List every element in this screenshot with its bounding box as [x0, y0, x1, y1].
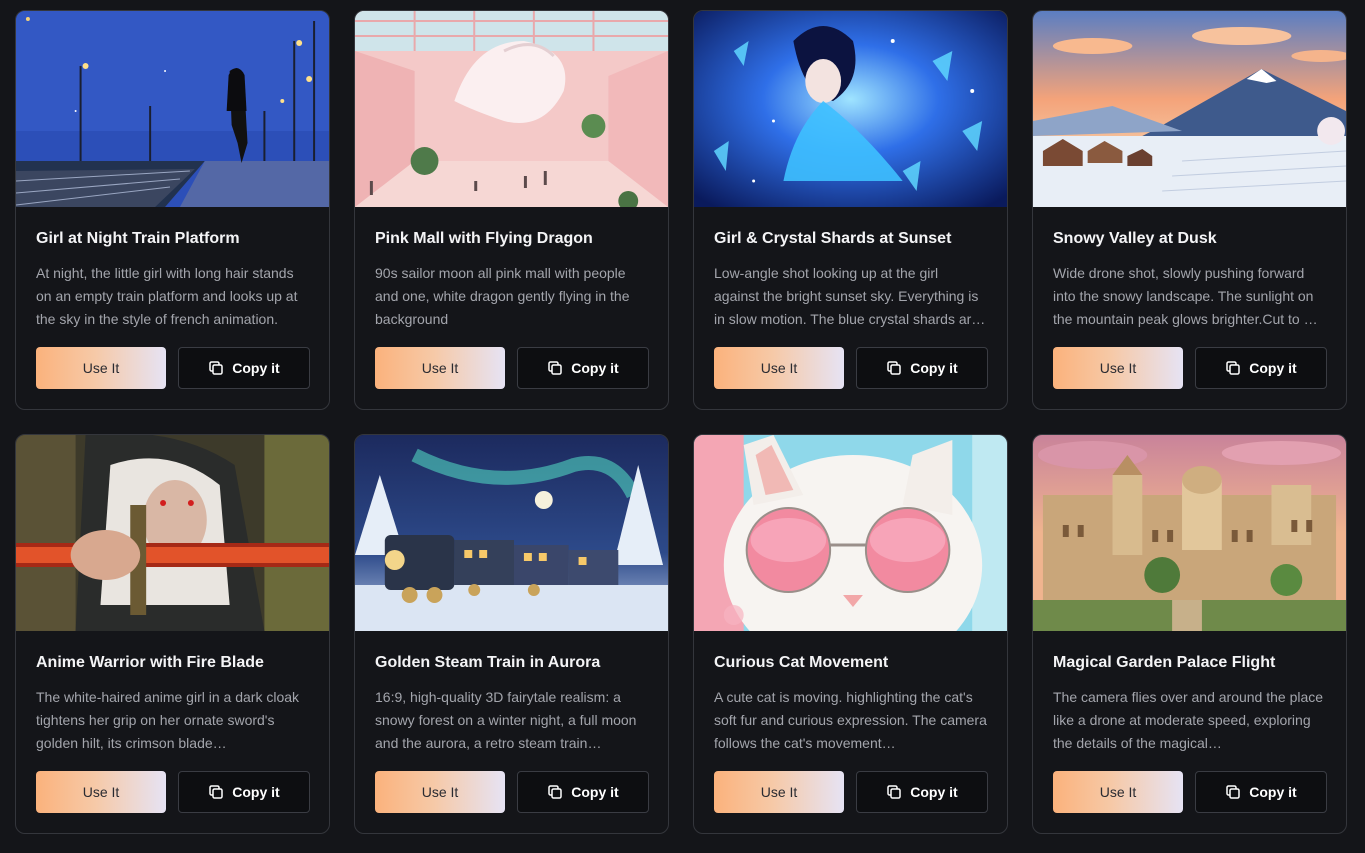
copy-it-label: Copy it	[571, 360, 619, 376]
card-actions: Use It Copy it	[1053, 347, 1327, 389]
copy-it-button[interactable]: Copy it	[856, 347, 988, 389]
use-it-button[interactable]: Use It	[1053, 347, 1183, 389]
copy-icon	[547, 360, 563, 376]
copy-icon	[886, 784, 902, 800]
prompt-card-grid: Girl at Night Train Platform At night, t…	[15, 10, 1347, 834]
copy-it-label: Copy it	[1249, 360, 1297, 376]
card-description: 16:9, high-quality 3D fairytale realism:…	[375, 689, 637, 751]
card-thumbnail-steam-train-aurora[interactable]	[355, 435, 668, 631]
copy-icon	[208, 784, 224, 800]
copy-icon	[1225, 784, 1241, 800]
card-title: Snowy Valley at Dusk	[1053, 230, 1217, 247]
card-description: At night, the little girl with long hair…	[36, 265, 298, 327]
card-title: Anime Warrior with Fire Blade	[36, 654, 264, 671]
card-title: Golden Steam Train in Aurora	[375, 654, 601, 671]
card-title: Pink Mall with Flying Dragon	[375, 230, 593, 247]
use-it-button[interactable]: Use It	[1053, 771, 1183, 813]
card-thumbnail-garden-palace[interactable]	[1033, 435, 1346, 631]
prompt-card[interactable]: Curious Cat Movement A cute cat is movin…	[693, 434, 1008, 834]
copy-it-label: Copy it	[571, 784, 619, 800]
copy-it-button[interactable]: Copy it	[517, 347, 649, 389]
card-title: Girl at Night Train Platform	[36, 230, 240, 247]
prompt-card[interactable]: Anime Warrior with Fire Blade The white-…	[15, 434, 330, 834]
card-thumbnail-snowy-valley[interactable]	[1033, 11, 1346, 207]
card-actions: Use It Copy it	[1053, 771, 1327, 813]
copy-icon	[208, 360, 224, 376]
copy-it-label: Copy it	[910, 360, 958, 376]
card-description: 90s sailor moon all pink mall with peopl…	[375, 265, 630, 327]
copy-it-label: Copy it	[232, 360, 280, 376]
card-actions: Use It Copy it	[375, 771, 649, 813]
card-actions: Use It Copy it	[36, 347, 310, 389]
copy-icon	[886, 360, 902, 376]
copy-it-label: Copy it	[232, 784, 280, 800]
card-thumbnail-curious-cat[interactable]	[694, 435, 1007, 631]
card-actions: Use It Copy it	[714, 771, 988, 813]
copy-it-label: Copy it	[910, 784, 958, 800]
card-thumbnail-crystal-shards[interactable]	[694, 11, 1007, 207]
prompt-card[interactable]: Magical Garden Palace Flight The camera …	[1032, 434, 1347, 834]
use-it-button[interactable]: Use It	[714, 347, 844, 389]
card-title: Magical Garden Palace Flight	[1053, 654, 1276, 671]
use-it-button[interactable]: Use It	[36, 771, 166, 813]
card-description: The camera flies over and around the pla…	[1053, 689, 1324, 751]
copy-it-button[interactable]: Copy it	[517, 771, 649, 813]
copy-it-button[interactable]: Copy it	[856, 771, 988, 813]
card-title: Girl & Crystal Shards at Sunset	[714, 230, 952, 247]
prompt-card[interactable]: Snowy Valley at Dusk Wide drone shot, sl…	[1032, 10, 1347, 410]
copy-icon	[1225, 360, 1241, 376]
card-description: Wide drone shot, slowly pushing forward …	[1053, 265, 1318, 327]
card-thumbnail-pink-mall-dragon[interactable]	[355, 11, 668, 207]
use-it-button[interactable]: Use It	[375, 771, 505, 813]
use-it-button[interactable]: Use It	[375, 347, 505, 389]
copy-it-button[interactable]: Copy it	[178, 771, 310, 813]
copy-it-button[interactable]: Copy it	[178, 347, 310, 389]
use-it-button[interactable]: Use It	[714, 771, 844, 813]
card-actions: Use It Copy it	[714, 347, 988, 389]
card-title: Curious Cat Movement	[714, 654, 889, 671]
card-thumbnail-night-train-platform[interactable]	[16, 11, 329, 207]
card-actions: Use It Copy it	[36, 771, 310, 813]
use-it-button[interactable]: Use It	[36, 347, 166, 389]
prompt-card[interactable]: Golden Steam Train in Aurora 16:9, high-…	[354, 434, 669, 834]
card-description: The white-haired anime girl in a dark cl…	[36, 689, 300, 751]
copy-it-button[interactable]: Copy it	[1195, 771, 1327, 813]
copy-it-label: Copy it	[1249, 784, 1297, 800]
prompt-card[interactable]: Girl at Night Train Platform At night, t…	[15, 10, 330, 410]
prompt-card[interactable]: Girl & Crystal Shards at Sunset Low-angl…	[693, 10, 1008, 410]
card-description: Low-angle shot looking up at the girl ag…	[714, 265, 986, 327]
copy-it-button[interactable]: Copy it	[1195, 347, 1327, 389]
card-description: A cute cat is moving. highlighting the c…	[714, 689, 987, 751]
prompt-card[interactable]: Pink Mall with Flying Dragon 90s sailor …	[354, 10, 669, 410]
card-actions: Use It Copy it	[375, 347, 649, 389]
copy-icon	[547, 784, 563, 800]
card-thumbnail-fire-blade-warrior[interactable]	[16, 435, 329, 631]
